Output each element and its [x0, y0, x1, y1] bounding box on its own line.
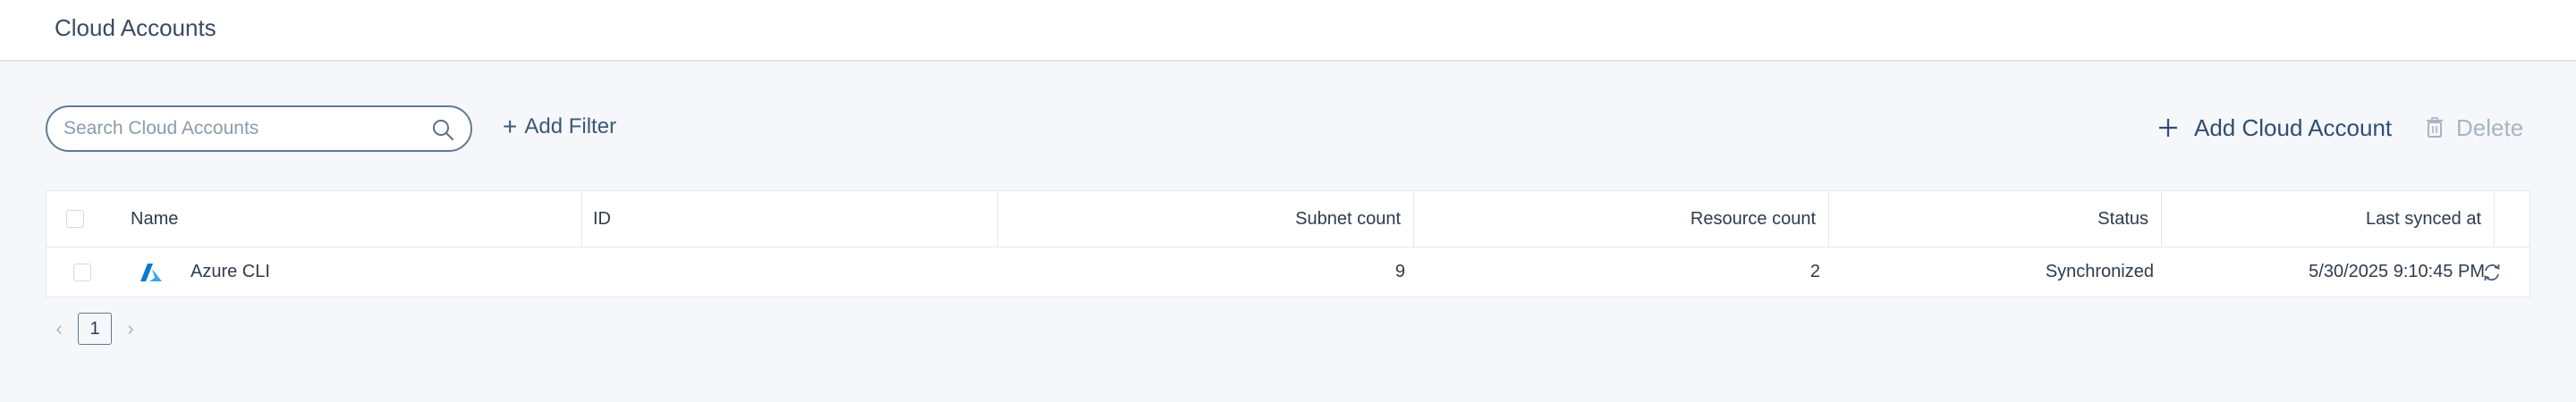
column-header-last-synced-at[interactable]: Last synced at	[2162, 191, 2495, 247]
column-header-status[interactable]: Status	[1829, 191, 2162, 247]
row-last-synced-at: 5/30/2025 9:10:45 PM	[2309, 262, 2485, 281]
row-last-synced-at-cell: 5/30/2025 9:10:45 PM	[2162, 247, 2495, 297]
column-header-subnet-count[interactable]: Subnet count	[998, 191, 1414, 247]
add-filter-button[interactable]: + Add Filter	[503, 111, 616, 143]
page-header: Cloud Accounts	[0, 0, 2576, 62]
page-number-current[interactable]: 1	[78, 313, 112, 345]
row-status-cell: Synchronized	[1829, 247, 2162, 297]
column-header-resource-count-label: Resource count	[1690, 208, 1816, 229]
row-name: Azure CLI	[191, 262, 270, 281]
select-all-checkbox[interactable]	[66, 210, 84, 228]
cloud-accounts-table: Name ID Subnet count Resource count Stat…	[46, 190, 2530, 297]
row-subnet-count: 9	[1394, 262, 1405, 281]
delete-label: Delete	[2456, 113, 2524, 141]
column-header-resource-count[interactable]: Resource count	[1414, 191, 1829, 247]
toolbar: + Add Filter Add Cloud Account Delete	[0, 102, 2576, 152]
delete-button[interactable]: Delete	[2426, 111, 2523, 145]
row-name-cell: Azure CLI	[191, 247, 575, 297]
row-select-cell	[73, 247, 100, 297]
add-cloud-account-label: Add Cloud Account	[2194, 113, 2393, 141]
table-header: Name ID Subnet count Resource count Stat…	[47, 191, 2529, 247]
column-header-subnet-count-label: Subnet count	[1295, 208, 1401, 229]
row-icon-cell	[140, 247, 175, 297]
page-title: Cloud Accounts	[55, 14, 216, 41]
chevron-right-icon[interactable]: ›	[123, 317, 139, 340]
select-all-cell	[66, 191, 93, 247]
row-resource-count-cell: 2	[1414, 247, 1829, 297]
row-id-cell	[593, 247, 996, 297]
add-filter-label: Add Filter	[524, 114, 617, 138]
row-status: Synchronized	[2045, 262, 2154, 281]
search-icon[interactable]	[431, 118, 454, 141]
pagination: ‹ 1 ›	[51, 312, 139, 346]
row-action-cell	[2474, 247, 2510, 297]
column-header-id[interactable]: ID	[582, 191, 998, 247]
add-cloud-account-button[interactable]: Add Cloud Account	[2158, 111, 2392, 145]
column-header-last-synced-at-label: Last synced at	[2366, 208, 2481, 229]
table-row[interactable]: Azure CLI 9 2 Synchronized 5/30/2025 9:1…	[47, 247, 2529, 297]
plus-icon	[2159, 119, 2177, 137]
column-header-status-label: Status	[2097, 208, 2148, 229]
chevron-left-icon[interactable]: ‹	[51, 317, 67, 340]
trash-icon	[2427, 117, 2443, 138]
row-subnet-count-cell: 9	[998, 247, 1414, 297]
column-header-name[interactable]: Name	[131, 191, 582, 247]
azure-logo-icon	[140, 263, 162, 281]
row-checkbox[interactable]	[73, 263, 91, 281]
row-resource-count: 2	[1809, 262, 1820, 281]
column-header-id-label: ID	[593, 208, 611, 229]
search-box[interactable]	[46, 105, 472, 152]
column-header-name-label: Name	[131, 208, 179, 229]
plus-icon: +	[503, 113, 518, 140]
search-input[interactable]	[64, 116, 421, 141]
sync-icon[interactable]	[2482, 263, 2502, 282]
